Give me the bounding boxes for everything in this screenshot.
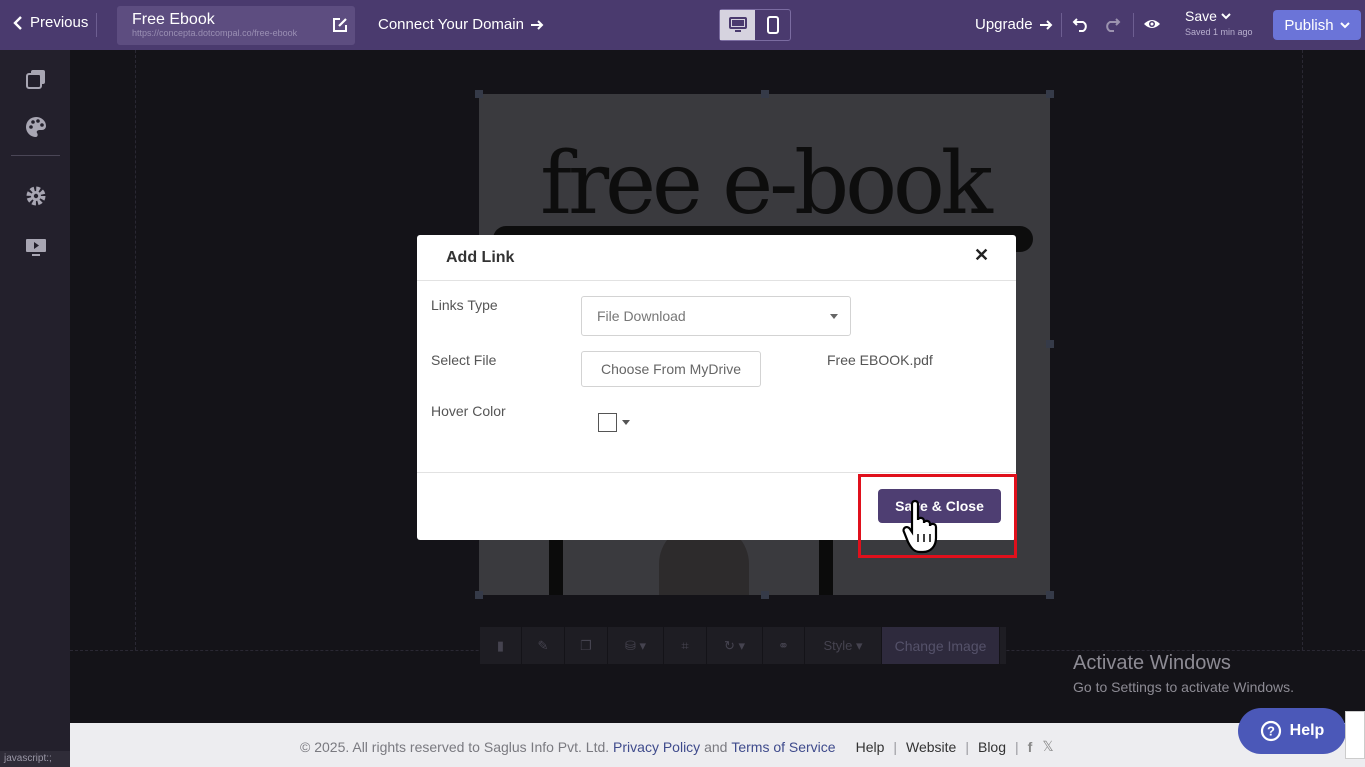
facebook-icon[interactable]: f (1028, 739, 1033, 755)
caret-down-icon (830, 314, 838, 319)
separator: | (1015, 738, 1019, 755)
status-bar-text: javascript:; (0, 751, 70, 767)
divider (1061, 13, 1062, 37)
divider (1133, 13, 1134, 37)
upgrade-label: Upgrade (975, 16, 1033, 33)
divider (96, 13, 97, 37)
connect-domain-label: Connect Your Domain (378, 16, 524, 33)
separator: | (965, 738, 969, 755)
x-icon[interactable]: 𝕏 (1042, 738, 1053, 755)
chevron-left-icon (13, 15, 22, 30)
publish-button[interactable]: Publish (1273, 10, 1361, 40)
modal-title: Add Link (446, 249, 515, 266)
save-label: Save (1185, 8, 1217, 24)
links-type-select[interactable]: File Download (581, 296, 851, 336)
footer-blog-link[interactable]: Blog (978, 739, 1006, 755)
caret-down-icon[interactable] (622, 420, 630, 425)
edit-icon[interactable] (331, 16, 349, 34)
footer: © 2025. All rights reserved to Saglus In… (70, 723, 1365, 767)
page-name-box[interactable]: Free Ebook https://concepta.dotcompal.co… (117, 6, 355, 45)
arrow-right-icon (530, 19, 544, 30)
select-file-label: Select File (431, 352, 497, 368)
help-circle-icon: ? (1260, 720, 1281, 742)
links-type-value: File Download (597, 308, 686, 324)
publish-label: Publish (1284, 16, 1334, 34)
arrow-right-icon (1039, 19, 1052, 30)
copyright-text: © 2025. All rights reserved to Saglus In… (300, 738, 610, 755)
terms-of-service-link[interactable]: Terms of Service (731, 739, 835, 755)
hand-cursor-icon (902, 499, 938, 554)
previous-label: Previous (30, 14, 89, 31)
modal-footer-divider (417, 472, 1016, 473)
selected-file-name: Free EBOOK.pdf (827, 352, 933, 368)
undo-icon[interactable] (1072, 15, 1090, 33)
close-icon[interactable]: ✕ (974, 246, 990, 264)
chevron-down-icon (1221, 13, 1231, 20)
privacy-policy-link[interactable]: Privacy Policy (613, 739, 700, 755)
desktop-icon (728, 17, 747, 32)
preview-eye-icon[interactable] (1143, 16, 1161, 32)
hover-color-label: Hover Color (431, 403, 506, 419)
footer-website-link[interactable]: Website (906, 739, 956, 755)
top-bar: Previous Free Ebook https://concepta.dot… (0, 0, 1365, 50)
chevron-down-icon (1339, 22, 1350, 29)
previous-button[interactable]: Previous (12, 14, 88, 31)
separator: | (893, 738, 898, 755)
and-text: and (704, 738, 728, 755)
mobile-icon (766, 16, 779, 34)
save-dropdown[interactable]: Save Saved 1 min ago (1185, 8, 1253, 37)
choose-from-mydrive-button[interactable]: Choose From MyDrive (581, 351, 761, 387)
links-type-label: Links Type (431, 297, 498, 313)
mobile-view-button[interactable] (755, 10, 790, 40)
svg-text:?: ? (1267, 724, 1275, 739)
device-toggle (719, 9, 791, 41)
footer-help-link[interactable]: Help (856, 739, 885, 755)
help-label: Help (1289, 722, 1325, 739)
saved-time: Saved 1 min ago (1185, 27, 1253, 37)
desktop-view-button[interactable] (720, 10, 755, 40)
redo-icon[interactable] (1103, 15, 1121, 33)
connect-domain-link[interactable]: Connect Your Domain (378, 16, 544, 33)
upgrade-link[interactable]: Upgrade (975, 16, 1053, 33)
page-url: https://concepta.dotcompal.co/free-ebook (132, 28, 298, 38)
hover-color-swatch[interactable] (598, 413, 617, 432)
page-title: Free Ebook (132, 11, 215, 28)
modal-header: Add Link ✕ (417, 235, 1016, 281)
